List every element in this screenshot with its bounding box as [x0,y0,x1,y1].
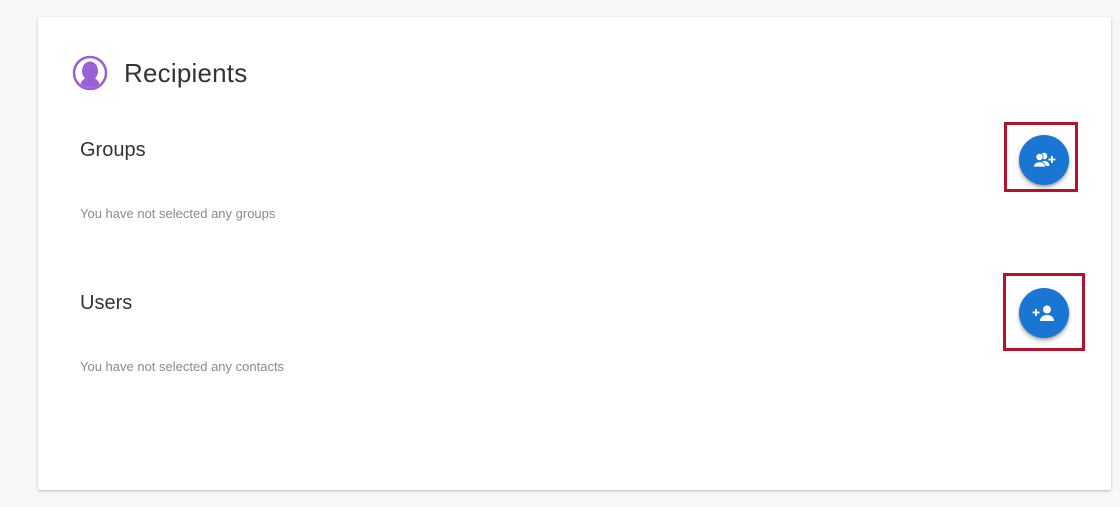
card-header: Recipients [72,55,247,91]
add-group-button[interactable] [1019,135,1069,185]
users-empty-text: You have not selected any contacts [80,359,285,374]
recipients-icon [72,55,108,91]
users-title: Users [80,292,133,314]
recipients-card: Recipients Groups You have not selected … [38,17,1111,490]
add-user-button[interactable] [1019,288,1069,338]
groups-title: Groups [80,139,146,161]
add-user-icon [1032,303,1056,323]
add-group-icon [1031,150,1057,170]
page-title: Recipients [124,57,248,88]
groups-empty-text: You have not selected any groups [80,206,276,221]
